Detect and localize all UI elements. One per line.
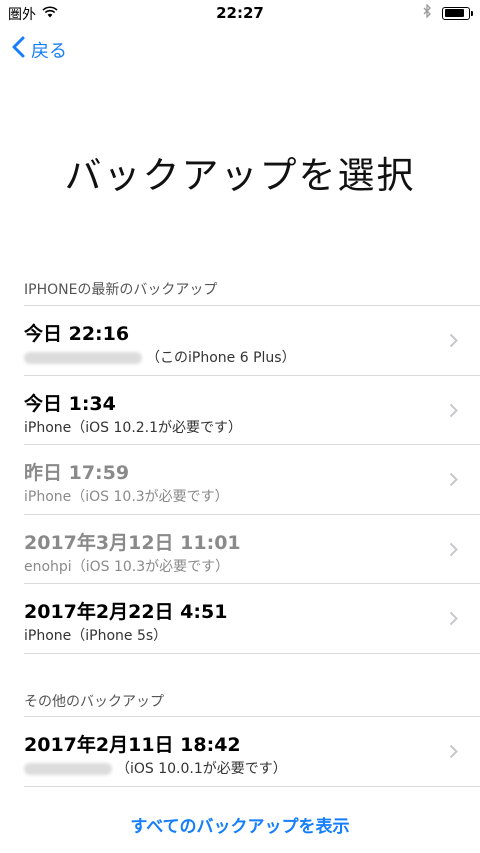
- chevron-right-icon: [449, 333, 458, 352]
- chevron-right-icon: [449, 403, 458, 422]
- redacted-device-name: [24, 352, 142, 364]
- status-time: 22:27: [216, 4, 264, 22]
- bluetooth-icon: [423, 3, 432, 22]
- latest-backups-header: IPHONEの最新のバックアップ: [24, 282, 218, 298]
- status-bar: 圏外 22:27: [0, 0, 480, 26]
- backup-detail-text: （このiPhone 6 Plus）: [146, 350, 296, 366]
- other-backups-header: その他のバックアップ: [24, 694, 164, 710]
- page-title: バックアップを選択: [64, 154, 416, 197]
- chevron-left-icon: [12, 36, 25, 63]
- backup-title: 2017年2月11日 18:42: [24, 734, 241, 756]
- chevron-right-icon: [449, 744, 458, 763]
- backup-title: 2017年3月12日 11:01: [24, 531, 241, 554]
- backup-detail: （このiPhone 6 Plus）: [24, 347, 296, 367]
- back-label: 戻る: [31, 40, 67, 62]
- backup-detail: （iOS 10.0.1が必要です）: [24, 758, 287, 778]
- backup-row-2[interactable]: 昨日 17:59 iPhone（iOS 10.3が必要です）: [24, 445, 480, 515]
- other-backups-list: 2017年2月11日 18:42 （iOS 10.0.1が必要です）: [0, 716, 480, 787]
- backup-detail: iPhone（iOS 10.2.1が必要です）: [24, 419, 243, 436]
- backup-title: 昨日 17:59: [24, 462, 130, 484]
- backup-detail-text: （iOS 10.0.1が必要です）: [116, 761, 287, 777]
- backup-row-4[interactable]: 2017年2月22日 4:51 iPhone（iPhone 5s）: [24, 584, 480, 654]
- backup-title: 今日 1:34: [24, 392, 116, 415]
- backup-detail: enohpi（iOS 10.3が必要です）: [24, 558, 230, 575]
- latest-backups-list: 今日 22:16 （このiPhone 6 Plus） 今日 1:34 iPhon…: [0, 305, 480, 654]
- battery-nub: [471, 10, 473, 16]
- chevron-right-icon: [449, 542, 458, 561]
- chevron-right-icon: [449, 472, 458, 491]
- backup-row-0[interactable]: 今日 22:16 （このiPhone 6 Plus）: [24, 306, 480, 376]
- backup-title: 今日 22:16: [24, 323, 130, 345]
- backup-row-1[interactable]: 今日 1:34 iPhone（iOS 10.2.1が必要です）: [24, 376, 480, 445]
- battery-level: [444, 9, 465, 17]
- backup-detail: iPhone（iPhone 5s）: [24, 628, 168, 644]
- backup-title: 2017年2月22日 4:51: [24, 601, 228, 623]
- back-button[interactable]: 戻る: [12, 36, 67, 63]
- battery-icon: [442, 6, 473, 20]
- backup-row-other-0[interactable]: 2017年2月11日 18:42 （iOS 10.0.1が必要です）: [24, 717, 480, 787]
- backup-detail: iPhone（iOS 10.3が必要です）: [24, 489, 229, 505]
- status-right: [423, 3, 473, 22]
- show-all-backups-button[interactable]: すべてのバックアップを表示: [0, 812, 480, 837]
- backup-row-3[interactable]: 2017年3月12日 11:01 enohpi（iOS 10.3が必要です）: [24, 515, 480, 584]
- redacted-device-name: [24, 763, 112, 775]
- chevron-right-icon: [449, 611, 458, 630]
